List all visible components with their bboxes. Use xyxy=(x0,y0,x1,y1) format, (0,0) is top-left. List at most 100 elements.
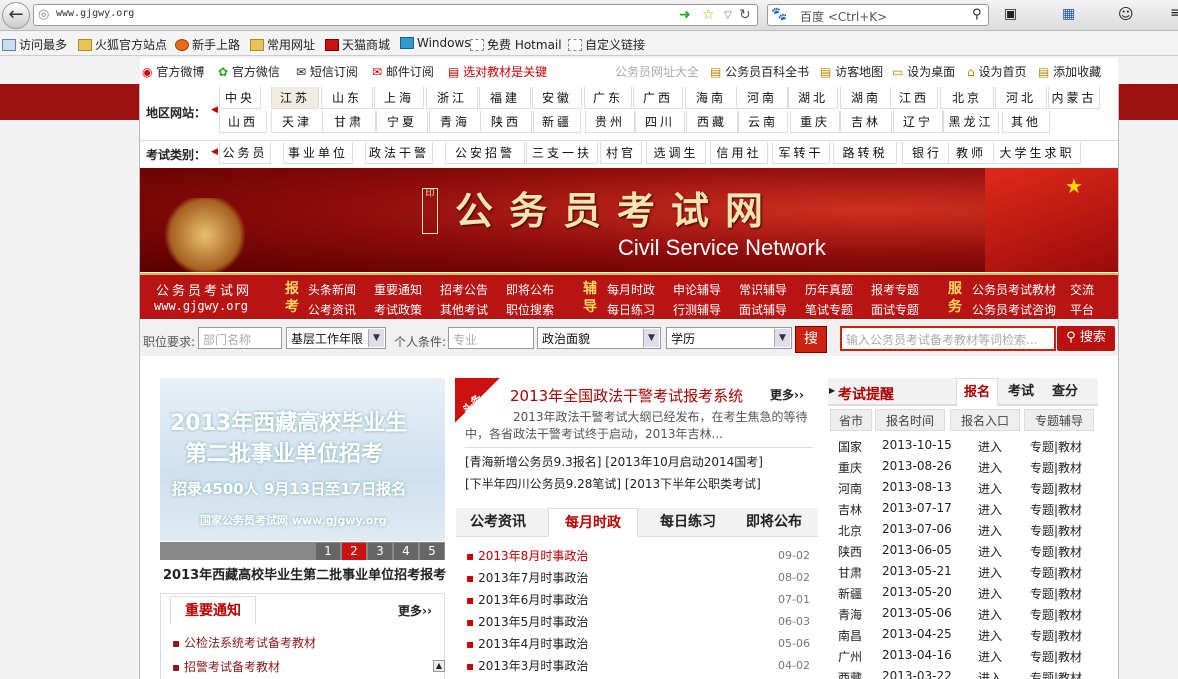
list-item[interactable]: ▪ 2013年3月时事政治 xyxy=(466,657,588,674)
slide-caption[interactable]: 2013年西藏高校毕业生第二批事业单位招考报考 xyxy=(163,564,446,583)
nav-link[interactable]: 历年真题 xyxy=(805,281,853,298)
menu-icon[interactable]: ≡ xyxy=(1170,5,1178,21)
exam-type-link[interactable]: 军转干 xyxy=(772,142,830,164)
list-item[interactable]: ▪ 2013年5月时事政治 xyxy=(466,613,588,630)
exam-type-link[interactable]: 选调生 xyxy=(646,142,706,164)
bookmark-item[interactable]: Windows xyxy=(400,36,471,50)
aid-link[interactable]: 专题|教材 xyxy=(1030,480,1082,497)
aid-link[interactable]: 专题|教材 xyxy=(1030,522,1082,539)
political-select[interactable]: 政治面貌 ▼ xyxy=(537,327,661,349)
region-link[interactable]: 江西 xyxy=(890,87,938,109)
bookmark-item[interactable]: 新手上路 xyxy=(175,36,240,53)
visitor-map-link[interactable]: ▤ 访客地图 xyxy=(820,63,883,80)
encyclopedia-link[interactable]: ▤ 公务员百科全书 xyxy=(710,63,809,80)
list-item[interactable]: ▪ 2013年4月时事政治 xyxy=(466,635,588,652)
entry-link[interactable]: 进入 xyxy=(978,669,1002,679)
region-link[interactable]: 青海 xyxy=(429,111,481,133)
region-link[interactable]: 上海 xyxy=(374,87,424,109)
nav-link[interactable]: 招考公告 xyxy=(440,281,488,298)
avatar[interactable]: ☺ xyxy=(1118,5,1134,23)
filter-search-button[interactable]: 搜 xyxy=(795,326,827,353)
exam-type-link[interactable]: 村官 xyxy=(600,142,642,164)
exam-type-link[interactable]: 事业单位 xyxy=(283,142,353,164)
region-link[interactable]: 湖南 xyxy=(840,87,892,109)
region-link[interactable]: 山西 xyxy=(219,111,267,133)
region-link[interactable]: 山东 xyxy=(321,87,373,109)
region-link[interactable]: 其他 xyxy=(1002,111,1050,133)
set-homepage-link[interactable]: ⌂ 设为首页 xyxy=(967,63,1026,80)
exam-type-link[interactable]: 公安招警 xyxy=(445,142,525,164)
exam-type-link[interactable]: 政法干警 xyxy=(365,142,433,164)
aid-link[interactable]: 专题|教材 xyxy=(1030,669,1082,679)
region-link[interactable]: 中央 xyxy=(219,87,261,109)
exam-type-link[interactable]: 信用社 xyxy=(710,142,768,164)
headline-more-link[interactable]: 更多›› xyxy=(770,386,804,403)
nav-link[interactable]: 公考资讯 xyxy=(308,301,356,318)
nav-link[interactable]: 考试政策 xyxy=(374,301,422,318)
region-link[interactable]: 辽宁 xyxy=(893,111,943,133)
entry-link[interactable]: 进入 xyxy=(978,627,1002,644)
notice-more-link[interactable]: 更多›› xyxy=(398,602,432,619)
aid-link[interactable]: 专题|教材 xyxy=(1030,648,1082,665)
nav-link[interactable]: 面试辅导 xyxy=(739,301,787,318)
entry-link[interactable]: 进入 xyxy=(978,459,1002,476)
nav-link[interactable]: 报考专题 xyxy=(871,281,919,298)
nav-link[interactable]: 即将公布 xyxy=(506,281,554,298)
entry-link[interactable]: 进入 xyxy=(978,501,1002,518)
notice-item[interactable]: ▪ 公检法系统考试备考教材 xyxy=(172,634,316,651)
add-favorite-link[interactable]: ▤ 添加收藏 xyxy=(1038,63,1101,80)
nav-link[interactable]: 交流 xyxy=(1070,281,1094,298)
region-link[interactable]: 内蒙古 xyxy=(1048,87,1100,109)
reload-icon[interactable]: ↻ xyxy=(739,7,751,23)
entry-link[interactable]: 进入 xyxy=(978,648,1002,665)
directory-link[interactable]: 公务员网址大全 xyxy=(615,63,699,80)
headline-links[interactable]: [下半年四川公务员9.28笔试] [2013下半年公职类考试] xyxy=(465,475,761,492)
slide-page-button[interactable]: 5 xyxy=(420,543,444,560)
aid-link[interactable]: 专题|教材 xyxy=(1030,627,1082,644)
list-item[interactable]: ▪ 2013年8月时事政治 xyxy=(466,547,588,564)
region-link[interactable]: 黑龙江 xyxy=(943,111,999,133)
nav-link[interactable]: 笔试专题 xyxy=(805,301,853,318)
exam-type-link[interactable]: 公务员 xyxy=(219,142,271,164)
tab-score[interactable]: 查分 xyxy=(1044,378,1086,406)
region-link[interactable]: 广西 xyxy=(633,87,683,109)
headline-links[interactable]: [青海新增公务员9.3报名] [2013年10月启动2014国考] xyxy=(465,453,763,470)
bookmark-item[interactable]: 常用网址 xyxy=(250,36,315,53)
exam-type-link[interactable]: 教师 xyxy=(948,142,994,164)
bookmark-item[interactable]: 免费 Hotmail xyxy=(470,36,562,53)
nav-link[interactable]: 职位搜索 xyxy=(506,301,554,318)
entry-link[interactable]: 进入 xyxy=(978,522,1002,539)
tab-register[interactable]: 报名 xyxy=(956,378,998,406)
bookmark-item[interactable]: 自定义链接 xyxy=(568,36,645,53)
bookmark-item[interactable]: 访问最多 xyxy=(2,36,67,53)
region-link[interactable]: 福建 xyxy=(479,87,531,109)
nav-link[interactable]: 申论辅导 xyxy=(673,281,721,298)
region-link[interactable]: 广东 xyxy=(584,87,632,109)
bookmark-item[interactable]: 天猫商城 xyxy=(325,36,390,53)
work-years-select[interactable]: 基层工作年限 ▼ xyxy=(286,327,386,349)
sms-subscribe-link[interactable]: ✉ 短信订阅 xyxy=(296,63,358,80)
nav-link[interactable]: 公务员考试教材 xyxy=(972,281,1056,298)
slide-page-button[interactable]: 4 xyxy=(394,543,418,560)
education-select[interactable]: 学历 ▼ xyxy=(666,327,792,349)
browser-search-box[interactable]: 🐾 百度 <Ctrl+K> ⚲ xyxy=(767,4,989,26)
star-icon[interactable]: ☆ xyxy=(702,7,715,23)
major-input[interactable]: 专业 xyxy=(448,327,534,349)
notice-title[interactable]: 重要通知 xyxy=(170,596,256,624)
list-item[interactable]: ▪ 2013年7月时事政治 xyxy=(466,569,588,586)
entry-link[interactable]: 进入 xyxy=(978,480,1002,497)
wechat-link[interactable]: ✿ 官方微信 xyxy=(218,63,280,80)
region-link[interactable]: 江苏 xyxy=(271,87,319,109)
aid-link[interactable]: 专题|教材 xyxy=(1030,501,1082,518)
region-link[interactable]: 四川 xyxy=(635,111,685,133)
department-input[interactable]: 部门名称 xyxy=(198,327,282,349)
nav-link[interactable]: 平台 xyxy=(1070,301,1094,318)
aid-link[interactable]: 专题|教材 xyxy=(1030,606,1082,623)
region-link[interactable]: 陕西 xyxy=(480,111,532,133)
exam-type-link[interactable]: 大学生求职 xyxy=(993,142,1081,164)
slide-page-button[interactable]: 3 xyxy=(368,543,392,560)
entry-link[interactable]: 进入 xyxy=(978,438,1002,455)
region-link[interactable]: 浙江 xyxy=(426,87,478,109)
keyword-search-input[interactable]: 输入公务员考试备考教材等词检索... xyxy=(840,326,1056,351)
tab-daily-practice[interactable]: 每日练习 xyxy=(648,508,728,537)
